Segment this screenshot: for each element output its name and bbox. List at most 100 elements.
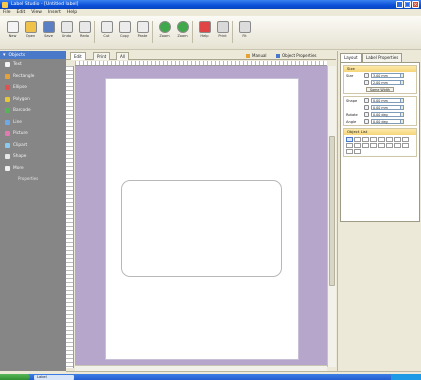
object-list-cell[interactable] [402,143,409,148]
object-list-cell[interactable] [402,137,409,142]
objects-panel-item[interactable]: Shape [0,151,66,163]
objects-panel-item[interactable]: Picture [0,128,66,140]
objects-panel-item[interactable]: Ellipse [0,82,66,94]
manual-label: Manual [252,53,267,58]
position-y-input[interactable]: 0.00 mm [371,104,401,111]
toolbar-button-0[interactable]: New [4,19,21,47]
object-list-cell[interactable] [362,137,369,142]
tab-print-label: Print [97,54,107,59]
taskbar-app-button[interactable]: Label [34,375,74,380]
object-list-cell[interactable] [354,143,361,148]
toolbar-button-3[interactable]: Undo [58,19,75,47]
manual-icon [246,54,250,58]
maximize-button[interactable]: □ [404,1,411,8]
objects-panel-item[interactable]: Text [0,59,66,71]
toolbar-button-10[interactable]: Help [196,19,213,47]
position-x-input[interactable]: 0.00 mm [371,97,401,104]
tab-edit[interactable]: Edit [70,52,86,60]
object-list-cell[interactable] [394,137,401,142]
position-x-row: Shape 0.00 mm [344,97,416,104]
rotate-input[interactable]: 0.00 deg [371,111,401,118]
objects-panel-item[interactable]: Barcode [0,105,66,117]
objects-panel-item[interactable]: Line [0,117,66,129]
toolbar-button-2[interactable]: Save [40,19,57,47]
design-canvas[interactable] [75,66,327,367]
object-list-cell[interactable] [370,137,377,142]
menu-file[interactable]: File [0,10,14,15]
object-list-cell[interactable] [394,143,401,148]
tab-all[interactable]: All [116,52,129,60]
shape-label: Shape [346,98,358,103]
width-input[interactable]: 3.00 mm [371,72,401,79]
toolbar-button-label: Undo [61,34,72,38]
objects-panel-item[interactable]: Polygon [0,94,66,106]
object-list-cell[interactable] [346,149,353,154]
objects-panel-item-label: Shape [13,154,27,160]
tab-layout[interactable]: Layout [340,53,362,62]
angle-input[interactable]: 0.00 deg [371,118,401,125]
object-list-cell[interactable] [362,143,369,148]
object-list-cell[interactable] [354,137,361,142]
position-y-spinner[interactable] [401,104,404,111]
menu-insert[interactable]: Insert [45,10,64,15]
close-button[interactable]: × [412,1,419,8]
toolbar-button-6[interactable]: Copy [116,19,133,47]
height-input[interactable]: 2.00 mm [371,79,401,86]
toolbar-button-12[interactable]: Fit [236,19,253,47]
document-tabs: Edit Print All Manual Object Properties [66,51,336,60]
same-width-button[interactable]: Same Width [366,86,394,93]
properties-panel: Layout Label Properties Size Size 3.00 m… [337,51,421,371]
app-window: Label Studio - [Untitled label] _ □ × Fi… [0,0,421,380]
toolbar-button-7[interactable]: Paste [134,19,151,47]
object-properties-toggle[interactable]: Object Properties [276,52,317,60]
object-list-cell[interactable] [378,137,385,142]
toolbar-button-8[interactable]: Zoom [156,19,173,47]
object-list-cell[interactable] [354,149,361,154]
tab-label-properties[interactable]: Label Properties [362,53,403,62]
toolbar-button-label: Open [25,34,36,38]
vertical-scrollbar[interactable] [327,66,336,367]
object-type-icon [5,142,10,148]
object-type-icon [5,154,10,160]
objects-panel-item[interactable]: More [0,163,66,175]
vertical-scroll-thumb[interactable] [329,136,335,286]
object-type-icon [5,62,10,68]
width-icon [364,73,369,78]
toolbar-button-11[interactable]: Print [214,19,231,47]
manual-toggle[interactable]: Manual [246,52,267,60]
toolbar-button-4[interactable]: Redo [76,19,93,47]
system-tray [391,374,421,380]
width-spinner[interactable] [401,72,404,79]
toolbar-button-5[interactable]: Cut [98,19,115,47]
label-page[interactable] [105,78,299,360]
menu-help[interactable]: Help [64,10,80,15]
objects-panel-item[interactable]: Clipart [0,140,66,152]
menu-edit[interactable]: Edit [14,10,29,15]
object-list-cell[interactable] [370,143,377,148]
object-list-cell[interactable] [378,143,385,148]
properties-tabs: Layout Label Properties [338,51,421,62]
object-type-icon [5,85,10,91]
minimize-button[interactable]: _ [396,1,403,8]
toolbar-button-9[interactable]: Zoom [174,19,191,47]
start-button[interactable] [0,374,30,380]
position-x-spinner[interactable] [401,97,404,104]
size-group: Size Size 3.00 mm 2.00 mm Same Width [343,65,417,94]
object-list-cell[interactable] [346,143,353,148]
rotate-spinner[interactable] [401,111,404,118]
zoom-in-icon [158,21,171,33]
objects-panel-header[interactable]: ▾ Objects [0,51,66,59]
objects-panel-subitem[interactable]: Properties [0,174,66,183]
object-list-cell[interactable] [346,137,353,142]
objects-panel-item[interactable]: Rectangle [0,71,66,83]
angle-spinner[interactable] [401,118,404,125]
vertical-ruler [66,66,74,368]
rounded-rectangle-shape[interactable] [121,180,282,277]
tab-print[interactable]: Print [93,52,111,60]
toolbar-button-1[interactable]: Open [22,19,39,47]
object-list-cell[interactable] [386,143,393,148]
menu-view[interactable]: View [28,10,45,15]
rotate-row: Rotate 0.00 deg [344,111,416,118]
height-spinner[interactable] [401,79,404,86]
object-list-cell[interactable] [386,137,393,142]
